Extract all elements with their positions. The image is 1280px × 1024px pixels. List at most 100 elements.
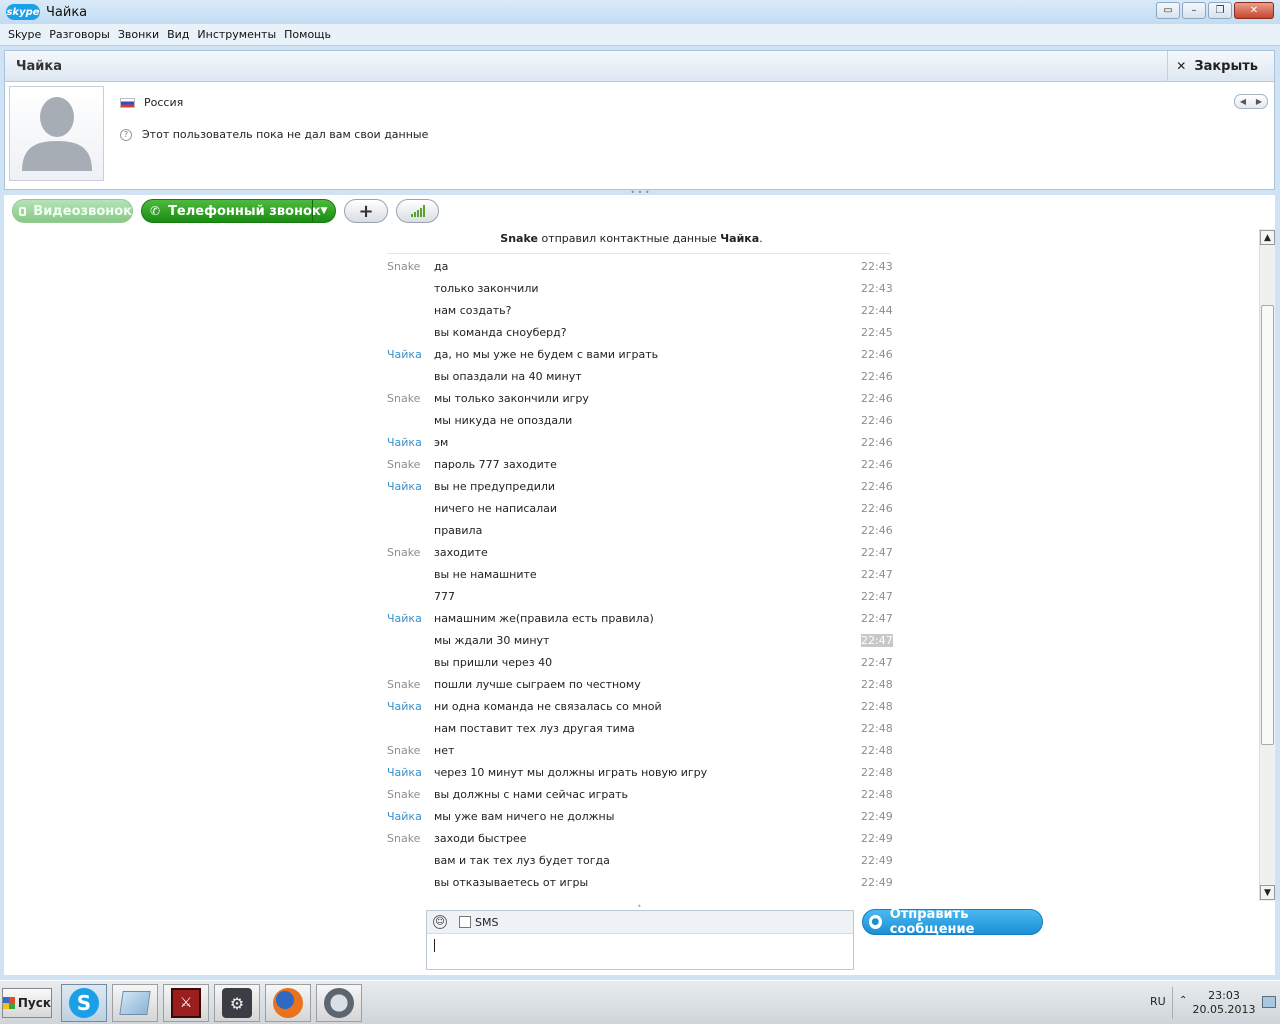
message-sender[interactable]: Чайка	[387, 436, 422, 449]
menu-skype[interactable]: Skype	[4, 28, 45, 41]
message-sender[interactable]: Чайка	[387, 810, 422, 823]
message-time: 22:46	[861, 524, 893, 537]
message-text: через 10 минут мы должны играть новую иг…	[434, 766, 708, 779]
add-button[interactable]: +	[344, 199, 388, 223]
message-text: мы никуда не опоздали	[434, 414, 573, 427]
message-row: Snake вы должны с нами сейчас играть 22:48	[4, 788, 1259, 810]
skype-logo-icon: skype	[6, 4, 40, 20]
next-arrow-icon[interactable]: ▶	[1251, 95, 1267, 108]
message-sender[interactable]: Snake	[387, 392, 420, 405]
message-time: 22:49	[861, 854, 893, 867]
sms-checkbox[interactable]	[459, 916, 471, 928]
message-text: нет	[434, 744, 455, 757]
message-row: Чайка через 10 минут мы должны играть нов…	[4, 766, 1259, 788]
send-label: Отправить сообщение	[889, 907, 975, 937]
chat-scrollbar[interactable]: ▲ ▼	[1259, 229, 1275, 901]
phone-call-button[interactable]: ✆ Телефонный звонок ▼	[141, 199, 336, 223]
emoticon-icon[interactable]: ☺	[433, 915, 447, 929]
scroll-down-icon[interactable]: ▼	[1260, 885, 1275, 900]
menu-view[interactable]: Вид	[163, 28, 193, 41]
message-text: эм	[434, 436, 449, 449]
message-row: Чайка вы не предупредили 22:46	[4, 480, 1259, 502]
system-contact: Чайка	[720, 232, 760, 245]
message-sender[interactable]: Snake	[387, 788, 420, 801]
system-message: Snake отправил контактные данные Чайка.	[500, 232, 763, 245]
message-sender[interactable]: Чайка	[387, 348, 422, 361]
close-conversation-button[interactable]: ✕ Закрыть	[1167, 50, 1274, 82]
message-sender[interactable]: Snake	[387, 744, 420, 757]
message-text: вам и так тех луз будет тогда	[434, 854, 610, 867]
message-input[interactable]: ☺ SMS	[426, 910, 854, 970]
message-row: Чайка ни одна команда не связалась со мно…	[4, 700, 1259, 722]
menu-calls[interactable]: Звонки	[114, 28, 163, 41]
scroll-up-icon[interactable]: ▲	[1260, 230, 1275, 245]
menu-conversations[interactable]: Разговоры	[45, 28, 114, 41]
contact-name: Чайка	[16, 58, 62, 74]
message-text: мы ждали 30 минут	[434, 634, 550, 647]
contact-header: Чайка ✕ Закрыть	[5, 50, 1274, 82]
chevron-down-icon[interactable]: ▼	[312, 200, 335, 222]
taskbar-dota[interactable]: ⚔	[163, 984, 209, 1022]
call-quality-button[interactable]	[396, 199, 439, 223]
phone-call-label: Телефонный звонок	[168, 203, 321, 219]
start-button[interactable]: Пуск	[2, 988, 52, 1018]
language-indicator[interactable]: RU	[1150, 995, 1166, 1008]
video-call-label: Видеозвонок	[33, 203, 132, 219]
message-sender[interactable]: Snake	[387, 546, 420, 559]
country-text: Россия	[144, 96, 184, 109]
message-text: намашним же(правила есть правила)	[434, 612, 654, 625]
video-camera-icon	[19, 206, 27, 216]
message-row: Snake заходите 22:47	[4, 546, 1259, 568]
system-clock[interactable]: 23:03 20.05.2013	[1192, 989, 1256, 1017]
skype-icon: S	[69, 988, 99, 1018]
menu-help[interactable]: Помощь	[280, 28, 335, 41]
steam-icon: ⚙	[222, 988, 252, 1018]
message-sender[interactable]: Чайка	[387, 766, 422, 779]
message-row: Snake пароль 777 заходите 22:46	[4, 458, 1259, 480]
minimize-button[interactable]: –	[1182, 2, 1206, 19]
message-sender[interactable]: Чайка	[387, 612, 422, 625]
message-text: заходите	[434, 546, 488, 559]
menu-tools[interactable]: Инструменты	[193, 28, 280, 41]
compose-toolbar: ☺ SMS	[427, 911, 853, 934]
compact-view-button[interactable]: ▭	[1156, 2, 1180, 19]
message-sender[interactable]: Чайка	[387, 700, 422, 713]
message-text: правила	[434, 524, 483, 537]
message-text: да, но мы уже не будем с вами играть	[434, 348, 659, 361]
message-row: Snake да 22:43	[4, 260, 1259, 282]
taskbar-steam[interactable]: ⚙	[214, 984, 260, 1022]
default-avatar-icon	[22, 97, 92, 171]
taskbar-teamspeak[interactable]	[316, 984, 362, 1022]
teamspeak-icon	[324, 988, 354, 1018]
chat-history[interactable]: Snake отправил контактные данные Чайка. …	[4, 229, 1275, 901]
taskbar-skype[interactable]: S	[61, 984, 107, 1022]
tray-expand-icon[interactable]: ⌃	[1179, 995, 1187, 1006]
previous-arrow-icon[interactable]: ◀	[1235, 95, 1251, 108]
message-time: 22:48	[861, 788, 893, 801]
mood-text: Этот пользователь пока не дал вам свои д…	[142, 128, 429, 141]
start-label: Пуск	[17, 996, 51, 1010]
taskbar-notepad[interactable]	[112, 984, 158, 1022]
close-window-button[interactable]: ✕	[1234, 2, 1274, 19]
message-sender[interactable]: Snake	[387, 458, 420, 471]
notepad-icon	[119, 991, 151, 1015]
message-row: только закончили 22:43	[4, 282, 1259, 304]
taskbar-firefox[interactable]	[265, 984, 311, 1022]
video-call-button[interactable]: Видеозвонок	[12, 199, 133, 223]
message-time: 22:48	[861, 678, 893, 691]
plus-icon: +	[358, 200, 374, 222]
message-sender[interactable]: Snake	[387, 678, 420, 691]
message-text: пароль 777 заходите	[434, 458, 557, 471]
message-time: 22:46	[861, 458, 893, 471]
scroll-thumb[interactable]	[1261, 305, 1274, 745]
message-time: 22:47	[861, 568, 893, 581]
restore-button[interactable]: ❐	[1208, 2, 1232, 19]
message-sender[interactable]: Snake	[387, 832, 420, 845]
avatar[interactable]	[9, 86, 104, 181]
message-sender[interactable]: Чайка	[387, 480, 422, 493]
network-icon[interactable]	[1262, 996, 1276, 1008]
send-message-button[interactable]: ● Отправить сообщение	[862, 907, 1043, 937]
message-time: 22:45	[861, 326, 893, 339]
message-sender[interactable]: Snake	[387, 260, 420, 273]
window-title: Чайка	[46, 4, 88, 20]
